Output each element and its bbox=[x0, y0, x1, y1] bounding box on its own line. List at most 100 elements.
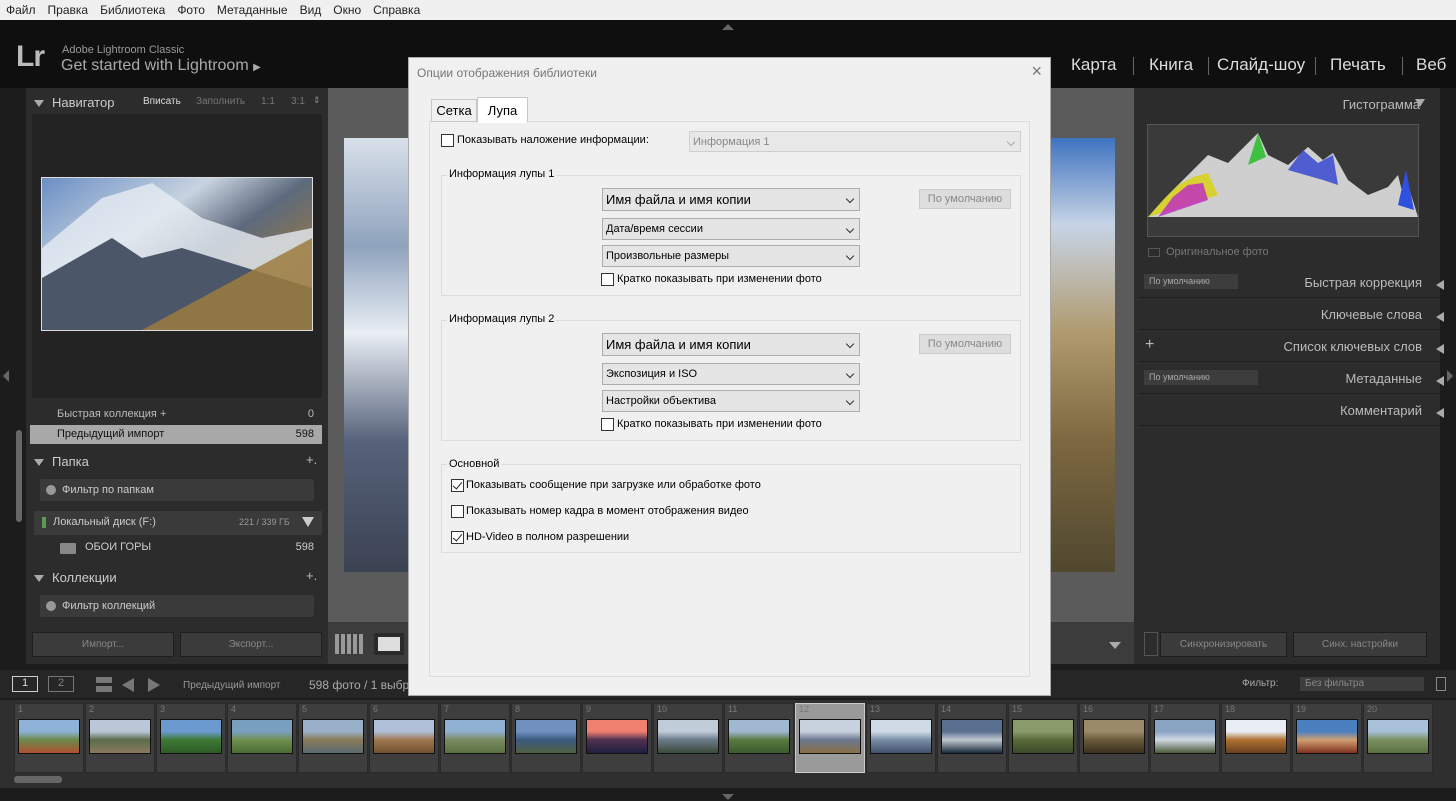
expand-triangle-icon[interactable] bbox=[1436, 407, 1444, 418]
filmstrip-thumbnail[interactable] bbox=[1154, 719, 1216, 754]
loupe2-field-2-select[interactable]: Экспозиция и ISO bbox=[602, 363, 860, 385]
add-collection-icon[interactable]: +. bbox=[306, 568, 317, 583]
tab-grid[interactable]: Сетка bbox=[431, 99, 477, 122]
menu-edit[interactable]: Правка bbox=[42, 3, 95, 17]
metadata-title[interactable]: Метаданные bbox=[1345, 371, 1422, 386]
filmstrip-thumbnail[interactable] bbox=[89, 719, 151, 754]
loupe2-brief-checkbox[interactable] bbox=[601, 418, 614, 431]
add-folder-icon[interactable]: +. bbox=[306, 452, 317, 467]
grid-view-icon[interactable] bbox=[335, 634, 365, 654]
tab-loupe[interactable]: Лупа bbox=[477, 97, 528, 123]
filmstrip-thumbnail[interactable] bbox=[515, 719, 577, 754]
filmstrip-thumbnail[interactable] bbox=[373, 719, 435, 754]
grid-mode-icon[interactable] bbox=[96, 676, 112, 692]
loupe1-default-button[interactable]: По умолчанию bbox=[919, 189, 1011, 209]
bottom-panel-toggle-icon[interactable] bbox=[722, 794, 734, 800]
loupe-view-icon[interactable] bbox=[374, 633, 404, 655]
import-button[interactable]: Импорт... bbox=[32, 632, 174, 657]
filmstrip-thumbnail[interactable] bbox=[941, 719, 1003, 754]
left-panel-toggle-icon[interactable] bbox=[3, 370, 9, 382]
sync-toggle-switch[interactable] bbox=[1144, 632, 1158, 656]
module-print[interactable]: Печать bbox=[1330, 55, 1386, 75]
volume-row[interactable]: Локальный диск (F:) 221 / 339 ГБ bbox=[34, 511, 322, 535]
menu-file[interactable]: Файл bbox=[0, 3, 42, 17]
expand-triangle-icon[interactable] bbox=[1436, 343, 1444, 354]
histogram-title[interactable]: Гистограмма bbox=[1343, 97, 1420, 112]
menu-metadata[interactable]: Метаданные bbox=[211, 3, 294, 17]
expand-triangle-icon[interactable] bbox=[1436, 311, 1444, 322]
nav-option-3-1[interactable]: 3:1 bbox=[291, 96, 305, 107]
loupe1-field-1-select[interactable]: Имя файла и имя копии bbox=[602, 188, 860, 211]
filter-lock-switch[interactable] bbox=[1436, 677, 1446, 691]
menu-window[interactable]: Окно bbox=[327, 3, 367, 17]
menu-help[interactable]: Справка bbox=[367, 3, 426, 17]
nav-option-fill[interactable]: Заполнить bbox=[196, 96, 245, 107]
filmstrip-thumbnail[interactable] bbox=[1012, 719, 1074, 754]
original-photo-checkbox[interactable] bbox=[1148, 248, 1160, 257]
primary-window-button[interactable]: 1 bbox=[12, 676, 38, 692]
loupe1-field-3-select[interactable]: Произвольные размеры bbox=[602, 245, 860, 267]
close-icon[interactable]: × bbox=[1031, 61, 1042, 82]
filmstrip-thumbnail[interactable] bbox=[444, 719, 506, 754]
metadata-preset-select[interactable]: По умолчанию bbox=[1144, 370, 1258, 385]
menu-photo[interactable]: Фото bbox=[171, 3, 211, 17]
export-button[interactable]: Экспорт... bbox=[180, 632, 322, 657]
navigator-header[interactable]: Навигатор bbox=[34, 95, 114, 110]
general-option-2-checkbox[interactable] bbox=[451, 505, 464, 518]
drive-expand-icon[interactable] bbox=[302, 517, 314, 527]
synchronize-button[interactable]: Синхронизировать bbox=[1160, 632, 1287, 657]
nav-option-fit[interactable]: Вписать bbox=[143, 96, 181, 107]
filmstrip-thumbnail[interactable] bbox=[302, 719, 364, 754]
loupe1-field-2-select[interactable]: Дата/время сессии bbox=[602, 218, 860, 240]
expand-triangle-icon[interactable] bbox=[1436, 375, 1444, 386]
filmstrip-thumbnail[interactable] bbox=[1225, 719, 1287, 754]
navigator-thumbnail[interactable] bbox=[41, 177, 313, 331]
histogram-chart[interactable] bbox=[1147, 124, 1419, 237]
keyword-list-title[interactable]: Список ключевых слов bbox=[1284, 339, 1422, 354]
general-option-1-checkbox[interactable] bbox=[451, 479, 464, 492]
filmstrip-thumbnail[interactable] bbox=[1296, 719, 1358, 754]
filmstrip-source[interactable]: Предыдущий импорт bbox=[183, 680, 281, 691]
secondary-window-button[interactable]: 2 bbox=[48, 676, 74, 692]
loupe2-default-button[interactable]: По умолчанию bbox=[919, 334, 1011, 354]
folders-header[interactable]: Папка bbox=[34, 454, 89, 469]
overlay-select[interactable]: Информация 1 bbox=[689, 131, 1021, 152]
module-map[interactable]: Карта bbox=[1071, 55, 1117, 75]
loupe2-field-1-select[interactable]: Имя файла и имя копии bbox=[602, 333, 860, 356]
loupe1-brief-checkbox[interactable] bbox=[601, 273, 614, 286]
forward-arrow-icon[interactable] bbox=[148, 678, 160, 692]
catalog-previous-import[interactable]: Предыдущий импорт 598 bbox=[30, 425, 322, 444]
collection-filter-input[interactable]: Фильтр коллекций bbox=[40, 595, 314, 617]
catalog-quick-collection[interactable]: Быстрая коллекция + 0 bbox=[30, 405, 322, 423]
folder-row[interactable]: ОБОИ ГОРЫ 598 bbox=[30, 538, 322, 558]
filmstrip-thumbnail[interactable] bbox=[586, 719, 648, 754]
filmstrip-thumbnail[interactable] bbox=[18, 719, 80, 754]
menu-library[interactable]: Библиотека bbox=[94, 3, 171, 17]
sync-settings-button[interactable]: Синх. настройки bbox=[1293, 632, 1427, 657]
back-arrow-icon[interactable] bbox=[122, 678, 134, 692]
keywording-title[interactable]: Ключевые слова bbox=[1321, 307, 1422, 322]
nav-option-1-1[interactable]: 1:1 bbox=[261, 96, 275, 107]
top-panel-toggle-icon[interactable] bbox=[722, 24, 734, 30]
general-option-3-checkbox[interactable] bbox=[451, 531, 464, 544]
module-web[interactable]: Веб bbox=[1416, 55, 1446, 75]
filmstrip-thumbnail[interactable] bbox=[160, 719, 222, 754]
filmstrip-thumbnail[interactable] bbox=[728, 719, 790, 754]
comments-title[interactable]: Комментарий bbox=[1340, 403, 1422, 418]
toolbar-menu-icon[interactable] bbox=[1109, 642, 1121, 649]
get-started-link[interactable]: Get started with Lightroom ▶ bbox=[61, 57, 261, 75]
quick-develop-preset-select[interactable]: По умолчанию bbox=[1144, 274, 1238, 289]
menu-view[interactable]: Вид bbox=[294, 3, 328, 17]
right-panel-toggle-icon[interactable] bbox=[1447, 370, 1453, 382]
filmstrip-thumbnail[interactable] bbox=[1367, 719, 1429, 754]
overlay-checkbox[interactable] bbox=[441, 134, 454, 147]
collections-header[interactable]: Коллекции bbox=[34, 570, 117, 585]
expand-triangle-icon[interactable] bbox=[1436, 279, 1444, 290]
quick-develop-title[interactable]: Быстрая коррекция bbox=[1304, 275, 1422, 290]
add-keyword-icon[interactable]: + bbox=[1145, 336, 1154, 354]
folder-filter-input[interactable]: Фильтр по папкам bbox=[40, 479, 314, 501]
filter-select[interactable]: Без фильтра bbox=[1300, 677, 1424, 691]
filmstrip-thumbnail[interactable] bbox=[1083, 719, 1145, 754]
filmstrip-thumbnail[interactable] bbox=[799, 719, 861, 754]
filmstrip-thumbnail[interactable] bbox=[231, 719, 293, 754]
